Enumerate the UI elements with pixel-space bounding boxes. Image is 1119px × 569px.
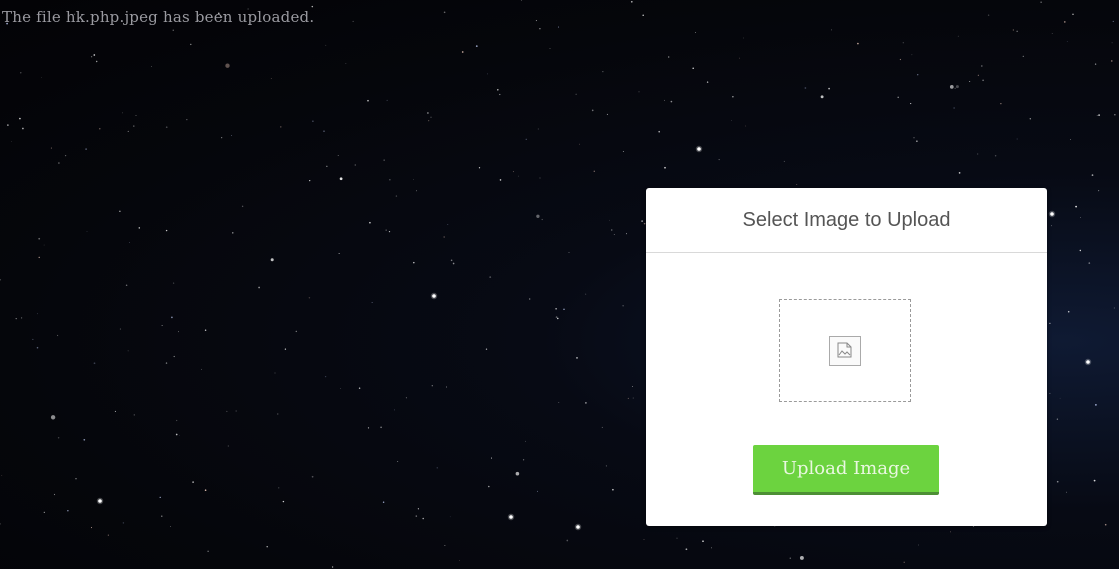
upload-card: Select Image to Upload Upload Image: [646, 188, 1047, 526]
card-header: Select Image to Upload: [646, 188, 1047, 253]
card-title: Select Image to Upload: [742, 208, 951, 231]
image-drop-zone[interactable]: [779, 299, 911, 402]
upload-status-message: The file hk.php.jpeg has been uploaded.: [2, 8, 315, 26]
image-icon: [829, 335, 861, 366]
upload-image-button[interactable]: Upload Image: [753, 445, 939, 495]
